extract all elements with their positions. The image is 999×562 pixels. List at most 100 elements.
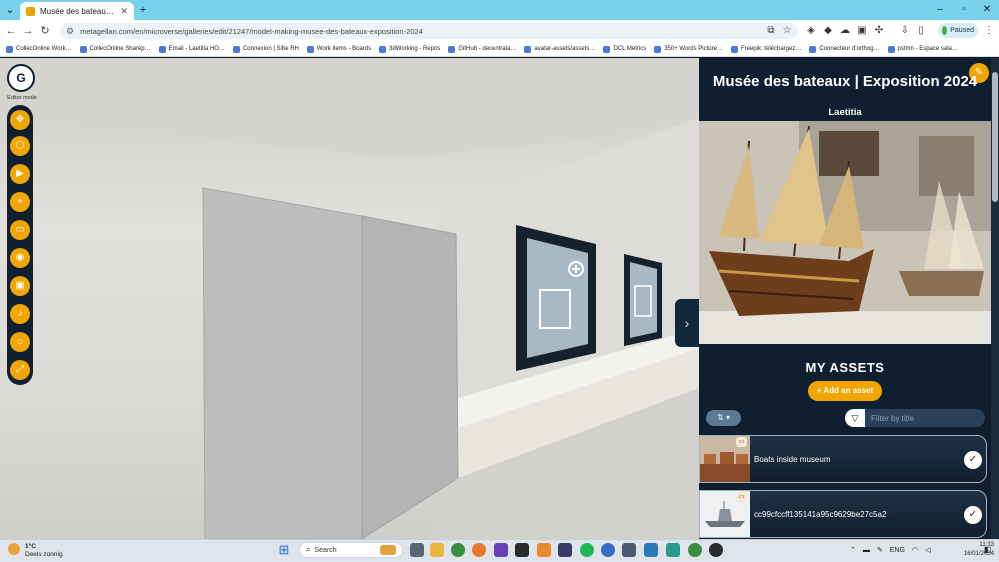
search-icon: ⌕ xyxy=(306,545,311,554)
extension-fox-icon[interactable]: ◆ xyxy=(821,24,835,38)
forward-icon[interactable]: → xyxy=(21,24,35,38)
play-icon[interactable]: ▶ xyxy=(10,164,30,184)
bookmark-label: Work items - Boards xyxy=(316,46,372,52)
bookmark-item[interactable]: pstmn - Espace sala… xyxy=(887,45,958,53)
bookmark-item[interactable]: 3dWorking - Repos xyxy=(379,45,440,53)
video-camera-icon[interactable]: ▣ xyxy=(10,276,30,296)
tray-overflow-icon[interactable]: ⌃ xyxy=(850,546,856,554)
bookmark-item[interactable]: Connexion | Sibe RH xyxy=(232,45,299,53)
input-language[interactable]: ENG xyxy=(890,547,905,554)
windows-start-icon[interactable]: ⊞ xyxy=(277,543,291,557)
bookmark-item[interactable]: avatar-assets/assets… xyxy=(524,45,596,53)
bookmark-item[interactable]: DCL Metrics xyxy=(603,45,646,53)
bookmark-favicon-icon xyxy=(379,45,387,53)
bookmark-label: Connecteur d'orthog… xyxy=(819,46,880,52)
maximize-icon[interactable]: ▫ xyxy=(956,3,972,17)
asset-list-item[interactable]: ▭ Boats inside museum ✓ xyxy=(699,435,987,483)
window-close-icon[interactable]: ✕ xyxy=(979,3,995,17)
extension-1-icon[interactable]: ◈ xyxy=(804,24,818,38)
task-view-icon[interactable] xyxy=(410,543,424,557)
github-desktop-icon[interactable] xyxy=(709,543,723,557)
address-bar[interactable]: ⚙ metagellan.com/en/microverse/galleries… xyxy=(60,23,798,39)
location-pin-icon[interactable]: ⌖ xyxy=(10,192,30,212)
weather-temperature: 1°C xyxy=(25,543,36,550)
bookmark-item[interactable]: CollecOnline Work… xyxy=(6,45,72,53)
browser-menu-icon[interactable]: ⋮ xyxy=(982,24,996,38)
chrome-icon[interactable] xyxy=(451,543,465,557)
tray-pen-icon[interactable]: ✎ xyxy=(877,546,883,554)
camera-icon[interactable]: ◉ xyxy=(10,248,30,268)
bookmark-favicon-icon xyxy=(79,45,87,53)
gallery-3d-viewport[interactable] xyxy=(0,58,699,539)
asset-selected-check-icon[interactable]: ✓ xyxy=(964,506,982,524)
tab-close-icon[interactable]: ✕ xyxy=(120,6,128,17)
snipping-tool-icon[interactable] xyxy=(622,543,636,557)
back-icon[interactable]: ← xyxy=(4,24,18,38)
panel-collapse-handle[interactable]: › xyxy=(675,299,699,347)
filter-search-box: ▽ xyxy=(845,409,985,427)
reload-icon[interactable]: ↻ xyxy=(38,24,52,38)
asset-selected-check-icon[interactable]: ✓ xyxy=(964,451,982,469)
profile-button[interactable]: Paused xyxy=(938,23,978,38)
extensions-puzzle-icon[interactable]: ✣ xyxy=(872,24,886,38)
ticket-icon[interactable]: ▭ xyxy=(10,220,30,240)
unity-icon[interactable] xyxy=(515,543,529,557)
asset-list-item[interactable]: ▭ cc99cfccff135141a95c9629be27c5a2 ✓ xyxy=(699,490,987,538)
minimize-icon[interactable]: – xyxy=(932,3,948,17)
light-bulb-icon[interactable]: ☼ xyxy=(10,332,30,352)
bookmark-item[interactable]: 350+ Words Picture… xyxy=(654,45,723,53)
bookmark-item[interactable]: Work items - Boards xyxy=(306,45,372,53)
bookmark-item[interactable]: Connecteur d'orthog… xyxy=(809,45,880,53)
bookmark-favicon-icon xyxy=(306,45,314,53)
install-app-icon[interactable]: ⧉ xyxy=(764,24,778,38)
side-panel-icon[interactable]: ▯ xyxy=(914,24,928,38)
add-asset-button[interactable]: + Add an asset xyxy=(808,381,882,401)
object-cube-icon[interactable]: ⬡ xyxy=(10,136,30,156)
panel-scrollbar-thumb[interactable] xyxy=(992,72,998,202)
firefox-icon[interactable] xyxy=(472,543,486,557)
weather-widget[interactable]: 1°C Deels zonnig xyxy=(8,541,78,561)
teams-icon[interactable] xyxy=(666,543,680,557)
app-logo[interactable]: G xyxy=(7,64,35,92)
gallery-scene-graphic xyxy=(0,58,699,539)
spotify-icon[interactable] xyxy=(580,543,594,557)
outlook-icon[interactable] xyxy=(644,543,658,557)
search-highlight-icon xyxy=(380,545,396,555)
bookmark-item[interactable]: Freepik: téléchargez… xyxy=(730,45,801,53)
taskbar-search[interactable]: ⌕ Search xyxy=(299,542,403,558)
volume-icon[interactable]: ◁ xyxy=(925,546,930,554)
tray-app-icon[interactable]: ▬ xyxy=(863,547,870,554)
extension-4-icon[interactable]: ▣ xyxy=(855,24,869,38)
extension-cloud-icon[interactable]: ☁ xyxy=(838,24,852,38)
sound-icon[interactable]: ♪ xyxy=(10,304,30,324)
rider-icon[interactable] xyxy=(558,543,572,557)
fullscreen-icon[interactable]: ⤢ xyxy=(10,360,30,380)
bookmark-item[interactable]: GitHub - decentrala… xyxy=(448,45,516,53)
tab-favicon-icon xyxy=(26,6,35,16)
visual-studio-icon[interactable] xyxy=(494,543,508,557)
move-tool-icon[interactable]: ✥ xyxy=(10,110,30,130)
editor-mode-label: Editor mode xyxy=(7,95,37,101)
wifi-icon[interactable]: ◠ xyxy=(912,546,918,554)
file-explorer-icon[interactable] xyxy=(430,543,444,557)
bookmark-star-icon[interactable]: ☆ xyxy=(780,24,794,38)
bookmark-favicon-icon xyxy=(730,45,738,53)
filter-by-title-input[interactable] xyxy=(865,409,985,427)
bookmark-item[interactable]: Email - Laetitia HO… xyxy=(158,45,225,53)
notifications-icon[interactable]: ◧ xyxy=(984,545,994,555)
browser-tab[interactable]: Musée des bateaux | Exposition ✕ xyxy=(20,2,134,20)
blender-icon[interactable] xyxy=(537,543,551,557)
chrome-active-icon[interactable] xyxy=(688,543,702,557)
sort-dropdown-button[interactable]: ⇅ ▾ xyxy=(706,410,741,426)
ship-model-picture xyxy=(699,121,991,344)
downloads-icon[interactable]: ⇩ xyxy=(898,24,912,38)
profile-label: Paused xyxy=(950,27,974,34)
site-info-icon[interactable]: ⚙ xyxy=(66,26,74,37)
asset-name: Boats inside museum xyxy=(754,455,831,464)
bookmark-item[interactable]: CollecOnline Sharep… xyxy=(79,45,151,53)
bookmark-label: avatar-assets/assets… xyxy=(534,46,596,52)
app-icon[interactable] xyxy=(601,543,615,557)
new-tab-icon[interactable]: + xyxy=(136,3,150,17)
tab-search-icon[interactable]: ⌄ xyxy=(3,3,17,17)
bookmark-label: CollecOnline Work… xyxy=(16,46,72,52)
